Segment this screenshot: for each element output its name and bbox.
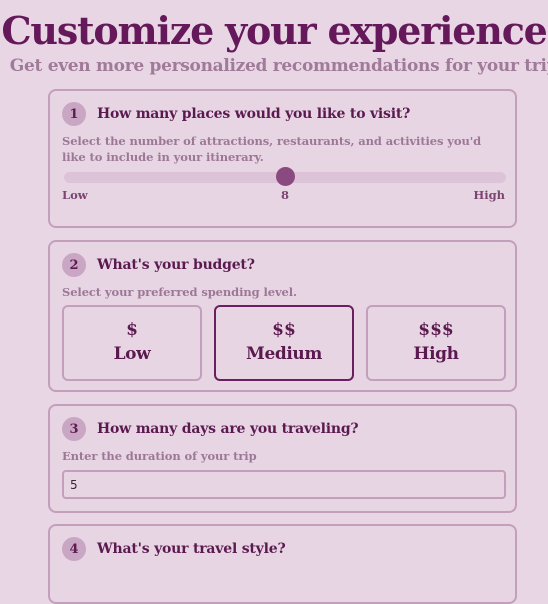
days-question-header: 3 How many days are you traveling? bbox=[62, 417, 359, 441]
style-question-title: What's your travel style? bbox=[97, 541, 286, 557]
places-slider-thumb[interactable] bbox=[275, 167, 295, 186]
step-number-badge: 2 bbox=[62, 253, 86, 277]
places-card: 1 How many places would you like to visi… bbox=[48, 89, 517, 228]
slider-low-label: Low bbox=[62, 188, 88, 202]
slider-high-label: High bbox=[473, 188, 505, 202]
days-input[interactable] bbox=[62, 470, 506, 499]
step-number-badge: 4 bbox=[62, 537, 86, 561]
budget-card: 2 What's your budget? Select your prefer… bbox=[48, 240, 517, 392]
budget-option-medium[interactable]: $$ Medium bbox=[214, 305, 354, 381]
places-question-title: How many places would you like to visit? bbox=[97, 106, 411, 122]
days-question-title: How many days are you traveling? bbox=[97, 421, 359, 437]
budget-option-high[interactable]: $$$ High bbox=[366, 305, 506, 381]
budget-question-title: What's your budget? bbox=[97, 257, 255, 273]
budget-option-symbol: $$$ bbox=[418, 320, 454, 340]
step-number-badge: 3 bbox=[62, 417, 86, 441]
budget-option-label: Medium bbox=[246, 344, 322, 364]
days-question-description: Enter the duration of your trip bbox=[62, 449, 257, 463]
days-card: 3 How many days are you traveling? Enter… bbox=[48, 404, 517, 513]
style-card: 4 What's your travel style? bbox=[48, 524, 517, 604]
page-subtitle: Get even more personalized recommendatio… bbox=[9, 56, 548, 76]
budget-option-label: Low bbox=[113, 344, 151, 364]
budget-question-description: Select your preferred spending level. bbox=[62, 285, 297, 299]
budget-option-symbol: $$ bbox=[272, 320, 296, 340]
budget-question-header: 2 What's your budget? bbox=[62, 253, 255, 277]
places-question-description: Select the number of attractions, restau… bbox=[62, 134, 482, 164]
step-number-badge: 1 bbox=[62, 102, 86, 126]
slider-value-label: 8 bbox=[280, 188, 290, 202]
style-question-header: 4 What's your travel style? bbox=[62, 537, 286, 561]
budget-option-label: High bbox=[413, 344, 459, 364]
places-question-header: 1 How many places would you like to visi… bbox=[62, 102, 410, 126]
budget-option-symbol: $ bbox=[126, 320, 138, 340]
page-title: Customize your experience bbox=[1, 8, 547, 53]
budget-option-low[interactable]: $ Low bbox=[62, 305, 202, 381]
